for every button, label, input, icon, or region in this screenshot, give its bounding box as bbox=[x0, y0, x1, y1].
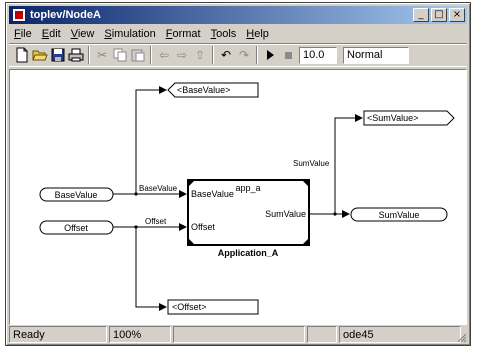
block-port-basevalue: BaseValue bbox=[191, 189, 234, 199]
menu-file[interactable]: File bbox=[9, 28, 37, 40]
menu-format[interactable]: Format bbox=[161, 28, 206, 40]
minimize-button[interactable]: _ bbox=[413, 8, 429, 22]
block-instance-name: app_a bbox=[235, 183, 260, 193]
status-empty-cell bbox=[307, 326, 337, 343]
maximize-button[interactable]: □ bbox=[431, 8, 447, 22]
new-model-icon[interactable] bbox=[13, 46, 31, 64]
stop-time-input[interactable]: 10.0 bbox=[299, 46, 337, 64]
menu-simulation[interactable]: Simulation bbox=[99, 28, 160, 40]
outport-sumvalue-label: SumValue bbox=[379, 210, 420, 220]
stop-simulation-icon[interactable] bbox=[279, 46, 297, 64]
up-arrow-icon[interactable]: ⇧ bbox=[191, 46, 209, 64]
toolbar-separator bbox=[150, 46, 152, 64]
branch-point bbox=[134, 225, 138, 229]
menu-view[interactable]: View bbox=[66, 28, 100, 40]
simulink-icon bbox=[12, 8, 26, 22]
simulation-mode-select[interactable]: Normal bbox=[343, 46, 409, 64]
branch-point bbox=[134, 192, 138, 196]
toolbar: ✂ ⇦ ⇨ ⇧ ↶ ↷ 10.0 Normal bbox=[9, 43, 467, 67]
signal-label-sumvalue: SumValue bbox=[293, 159, 330, 168]
status-bar: Ready 100% ode45 bbox=[9, 326, 467, 343]
paste-icon[interactable] bbox=[129, 46, 147, 64]
toolbar-separator bbox=[256, 46, 258, 64]
block-port-offset: Offset bbox=[191, 222, 215, 232]
save-icon[interactable] bbox=[49, 46, 67, 64]
window-title: toplev/NodeA bbox=[30, 9, 101, 21]
menu-tools[interactable]: Tools bbox=[206, 28, 242, 40]
resize-grip-icon[interactable] bbox=[455, 331, 467, 343]
model-window: toplev/NodeA _ □ × File Edit View Simula… bbox=[5, 2, 471, 346]
block-diagram: BaseValue Offset <BaseValue> <Offset> <S… bbox=[39, 82, 455, 315]
close-button[interactable]: × bbox=[449, 8, 465, 22]
open-folder-icon[interactable] bbox=[31, 46, 49, 64]
model-canvas[interactable]: BaseValue Offset <BaseValue> <Offset> <S… bbox=[9, 69, 467, 325]
title-bar[interactable]: toplev/NodeA _ □ × bbox=[9, 6, 467, 24]
signal-label-basevalue: BaseValue bbox=[139, 184, 178, 193]
menu-help[interactable]: Help bbox=[241, 28, 274, 40]
goto-basevalue-label: <BaseValue> bbox=[177, 85, 230, 95]
block-port-sumvalue: SumValue bbox=[265, 209, 306, 219]
undo-icon[interactable]: ↶ bbox=[217, 46, 235, 64]
block-name: Application_A bbox=[218, 248, 279, 258]
wire-basevalue-goto[interactable] bbox=[135, 86, 167, 194]
signal-label-offset: Offset bbox=[145, 217, 167, 226]
status-zoom: 100% bbox=[109, 326, 171, 343]
back-arrow-icon[interactable]: ⇦ bbox=[155, 46, 173, 64]
status-solver: ode45 bbox=[339, 326, 461, 343]
inport-offset-label: Offset bbox=[64, 223, 88, 233]
copy-icon[interactable] bbox=[111, 46, 129, 64]
redo-icon[interactable]: ↷ bbox=[235, 46, 253, 64]
branch-point bbox=[333, 212, 337, 216]
toolbar-separator bbox=[212, 46, 214, 64]
goto-sumvalue-label: <SumValue> bbox=[367, 113, 418, 123]
status-empty-cell bbox=[173, 326, 305, 343]
start-simulation-icon[interactable] bbox=[261, 46, 279, 64]
status-state: Ready bbox=[9, 326, 107, 343]
inport-basevalue-label: BaseValue bbox=[55, 190, 98, 200]
print-icon[interactable] bbox=[67, 46, 85, 64]
wire-offset-goto[interactable] bbox=[135, 227, 167, 311]
menu-bar: File Edit View Simulation Format Tools H… bbox=[9, 25, 467, 42]
menu-edit[interactable]: Edit bbox=[37, 28, 66, 40]
cut-icon[interactable]: ✂ bbox=[93, 46, 111, 64]
wire-sumvalue-goto[interactable] bbox=[334, 114, 363, 214]
forward-arrow-icon[interactable]: ⇨ bbox=[173, 46, 191, 64]
goto-offset-label: <Offset> bbox=[172, 302, 206, 312]
toolbar-separator bbox=[88, 46, 90, 64]
